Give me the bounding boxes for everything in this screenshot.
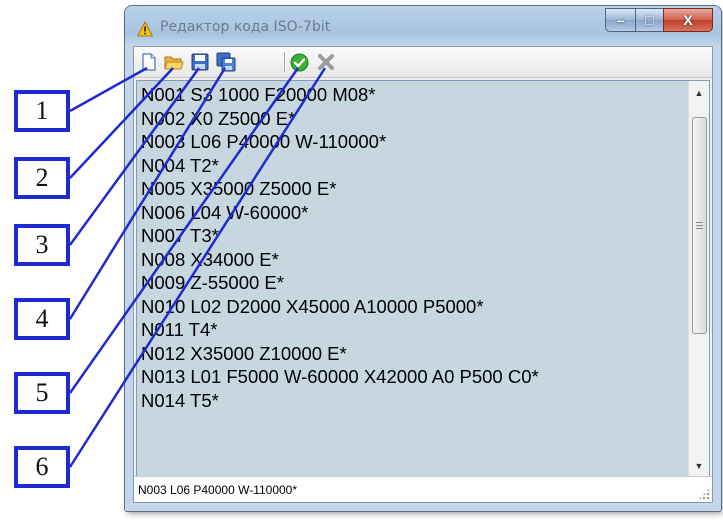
green-check-icon — [290, 53, 308, 71]
client-area: N001 S3 1000 F20000 M08* N002 X0 Z5000 E*… — [133, 46, 713, 503]
code-line: N009 Z-55000 E* — [141, 272, 284, 293]
gray-x-icon — [318, 54, 334, 70]
code-line: N008 X34000 E* — [141, 248, 279, 270]
warning-icon — [137, 21, 153, 37]
code-line: N004 T2* — [141, 154, 219, 176]
vertical-scrollbar[interactable]: ▲ ▼ — [688, 81, 709, 478]
scroll-thumb[interactable] — [692, 117, 707, 334]
code-lines: N001 S3 1000 F20000 M08* N002 X0 Z5000 E*… — [141, 83, 685, 478]
title-bar[interactable]: Редактор кода ISO-7bit – □ X — [125, 6, 721, 46]
callout-6: 6 — [14, 446, 70, 488]
save-as-button[interactable] — [216, 52, 236, 72]
code-line: N007 T3* — [141, 225, 219, 246]
close-icon: X — [683, 12, 693, 28]
callout-1: 1 — [14, 90, 70, 132]
cancel-button[interactable] — [316, 52, 336, 72]
code-line: N011 T4* — [141, 319, 218, 340]
code-line: N013 L01 F5000 W-60000 X42000 A0 P500 C0… — [141, 366, 539, 387]
save-disk-icon — [191, 53, 209, 71]
editor-window: Редактор кода ISO-7bit – □ X N001 S3 100… — [125, 6, 721, 511]
callout-3: 3 — [14, 224, 70, 266]
callout-4: 4 — [14, 298, 70, 340]
open-file-button[interactable] — [164, 52, 184, 72]
scroll-down-icon[interactable]: ▼ — [689, 456, 709, 476]
status-text: N003 L06 P40000 W-110000* — [138, 483, 298, 497]
new-document-icon — [142, 53, 156, 71]
apply-button[interactable] — [289, 52, 309, 72]
toolbar-separator — [284, 52, 285, 72]
thumb-grip-icon — [696, 222, 703, 229]
maximize-icon: □ — [645, 12, 654, 28]
maximize-button[interactable]: □ — [635, 8, 663, 32]
code-line: N002 X0 Z5000 E* — [141, 107, 296, 129]
callout-2: 2 — [14, 157, 70, 199]
toolbar — [134, 47, 712, 78]
caption-buttons: – □ X — [605, 8, 713, 32]
code-line: N003 L06 P40000 W-110000* — [141, 131, 387, 152]
window-title: Редактор кода ISO-7bit — [160, 19, 331, 35]
folder-icon — [164, 56, 184, 69]
code-line: N014 T5* — [141, 389, 219, 411]
new-file-button[interactable] — [139, 52, 159, 72]
callout-5: 5 — [14, 372, 70, 414]
save-as-icon — [216, 52, 236, 72]
save-button[interactable] — [190, 52, 210, 72]
code-line: N010 L02 D2000 X45000 A10000 P5000* — [141, 295, 484, 317]
resize-grip-icon[interactable] — [698, 488, 710, 500]
code-line: N005 X35000 Z5000 E* — [141, 178, 337, 199]
code-line: N012 X35000 Z10000 E* — [141, 342, 347, 364]
minimize-button[interactable]: – — [605, 8, 635, 32]
code-editor[interactable]: N001 S3 1000 F20000 M08* N002 X0 Z5000 E*… — [136, 80, 710, 479]
scroll-up-icon[interactable]: ▲ — [689, 83, 709, 103]
status-bar: N003 L06 P40000 W-110000* — [134, 476, 712, 502]
code-line: N001 S3 1000 F20000 M08* — [141, 84, 376, 105]
code-line: N006 L04 W-60000* — [141, 201, 309, 223]
minimize-icon: – — [616, 12, 625, 28]
close-button[interactable]: X — [663, 8, 713, 32]
